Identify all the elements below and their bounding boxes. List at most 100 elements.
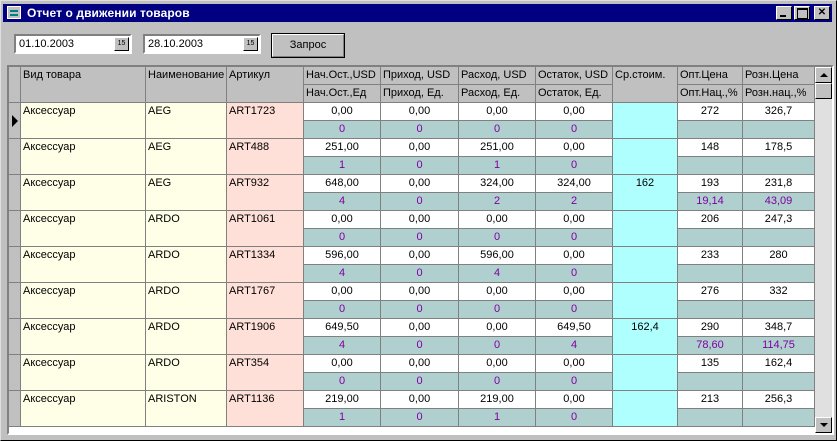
cell-start-bottom[interactable]: 4 [304,337,381,355]
cell-name[interactable]: ARDO [146,319,227,355]
cell-out-top[interactable]: 0,00 [459,103,536,121]
row-selector[interactable] [9,211,21,247]
cell-article[interactable]: ART1061 [227,211,304,247]
cell-rest-top[interactable]: 0,00 [536,355,613,373]
cell-start-top[interactable]: 0,00 [304,283,381,301]
cell-name[interactable]: AEG [146,175,227,211]
cell-rest-bottom[interactable]: 0 [536,265,613,283]
cell-start-bottom[interactable]: 4 [304,193,381,211]
cell-retail-bottom[interactable] [743,301,815,319]
cell-retail-bottom[interactable]: 43,09 [743,193,815,211]
column-header-in-usd[interactable]: Приход, USD [381,67,459,85]
maximize-button[interactable] [794,6,810,20]
cell-retail-top[interactable]: 247,3 [743,211,815,229]
cell-rest-bottom[interactable]: 0 [536,121,613,139]
cell-out-bottom[interactable]: 0 [459,229,536,247]
cell-out-top[interactable]: 0,00 [459,319,536,337]
cell-avg-cost[interactable]: 162,4 [613,319,678,355]
cell-retail-bottom[interactable]: 114,75 [743,337,815,355]
cell-rest-top[interactable]: 0,00 [536,139,613,157]
column-header-out-units[interactable]: Расход, Ед. [459,85,536,103]
row-selector[interactable] [9,103,21,139]
cell-out-bottom[interactable]: 1 [459,409,536,427]
cell-avg-cost[interactable] [613,391,678,427]
cell-start-bottom[interactable]: 1 [304,157,381,175]
cell-out-top[interactable]: 0,00 [459,355,536,373]
minimize-button[interactable] [776,6,792,20]
cell-rest-top[interactable]: 0,00 [536,391,613,409]
cell-type[interactable]: Аксессуар [21,211,146,247]
cell-type[interactable]: Аксессуар [21,391,146,427]
cell-name[interactable]: ARDO [146,211,227,247]
row-selector[interactable] [9,139,21,175]
cell-retail-bottom[interactable] [743,409,815,427]
cell-wholesale-bottom[interactable] [678,301,743,319]
column-header-avg-cost[interactable]: Ср.стоим. [613,67,678,103]
cell-wholesale-top[interactable]: 206 [678,211,743,229]
cell-name[interactable]: ARDO [146,247,227,283]
cell-in-top[interactable]: 0,00 [381,103,459,121]
cell-start-bottom[interactable]: 0 [304,373,381,391]
cell-wholesale-bottom[interactable]: 19,14 [678,193,743,211]
cell-in-bottom[interactable]: 0 [381,337,459,355]
cell-in-bottom[interactable]: 0 [381,301,459,319]
cell-rest-top[interactable]: 324,00 [536,175,613,193]
cell-retail-top[interactable]: 256,3 [743,391,815,409]
cell-wholesale-top[interactable]: 193 [678,175,743,193]
cell-rest-bottom[interactable]: 4 [536,337,613,355]
cell-start-top[interactable]: 0,00 [304,103,381,121]
cell-retail-bottom[interactable] [743,157,815,175]
cell-avg-cost[interactable] [613,211,678,247]
cell-in-bottom[interactable]: 0 [381,229,459,247]
report-grid[interactable]: Вид товара Наименование Артикул Нач.Ост.… [7,65,834,435]
cell-start-top[interactable]: 648,00 [304,175,381,193]
cell-wholesale-top[interactable]: 148 [678,139,743,157]
cell-name[interactable]: AEG [146,139,227,175]
cell-wholesale-bottom[interactable] [678,229,743,247]
date-from-calendar-button[interactable]: 15 [114,37,129,51]
cell-wholesale-bottom[interactable] [678,409,743,427]
cell-name[interactable]: ARISTON [146,391,227,427]
column-header-wholesale-markup[interactable]: Опт.Нац.,% [678,85,743,103]
cell-in-top[interactable]: 0,00 [381,283,459,301]
row-selector[interactable] [9,283,21,319]
cell-wholesale-bottom[interactable]: 78,60 [678,337,743,355]
cell-rest-bottom[interactable]: 0 [536,373,613,391]
cell-article[interactable]: ART488 [227,139,304,175]
column-header-article[interactable]: Артикул [227,67,304,103]
cell-in-top[interactable]: 0,00 [381,139,459,157]
column-header-start-units[interactable]: Нач.Ост.,Ед [304,85,381,103]
cell-in-bottom[interactable]: 0 [381,193,459,211]
scroll-thumb[interactable] [815,83,832,99]
cell-retail-top[interactable]: 231,8 [743,175,815,193]
cell-retail-bottom[interactable] [743,373,815,391]
cell-article[interactable]: ART1767 [227,283,304,319]
query-button[interactable]: Запрос [271,33,345,58]
cell-rest-bottom[interactable]: 0 [536,229,613,247]
cell-retail-top[interactable]: 326,7 [743,103,815,121]
cell-article[interactable]: ART1136 [227,391,304,427]
column-header-out-usd[interactable]: Расход, USD [459,67,536,85]
cell-out-bottom[interactable]: 0 [459,337,536,355]
cell-retail-top[interactable]: 332 [743,283,815,301]
cell-out-top[interactable]: 0,00 [459,211,536,229]
cell-name[interactable]: AEG [146,103,227,139]
cell-article[interactable]: ART1723 [227,103,304,139]
cell-retail-top[interactable]: 348,7 [743,319,815,337]
cell-start-bottom[interactable]: 0 [304,229,381,247]
scroll-up-button[interactable] [815,67,832,83]
cell-avg-cost[interactable]: 162 [613,175,678,211]
cell-in-bottom[interactable]: 0 [381,157,459,175]
cell-avg-cost[interactable] [613,103,678,139]
cell-start-top[interactable]: 219,00 [304,391,381,409]
cell-name[interactable]: ARDO [146,355,227,391]
cell-in-top[interactable]: 0,00 [381,355,459,373]
cell-retail-top[interactable]: 162,4 [743,355,815,373]
cell-retail-bottom[interactable] [743,265,815,283]
row-selector[interactable] [9,391,21,427]
cell-rest-bottom[interactable]: 0 [536,157,613,175]
cell-in-bottom[interactable]: 0 [381,409,459,427]
cell-start-bottom[interactable]: 0 [304,121,381,139]
cell-type[interactable]: Аксессуар [21,139,146,175]
cell-avg-cost[interactable] [613,139,678,175]
